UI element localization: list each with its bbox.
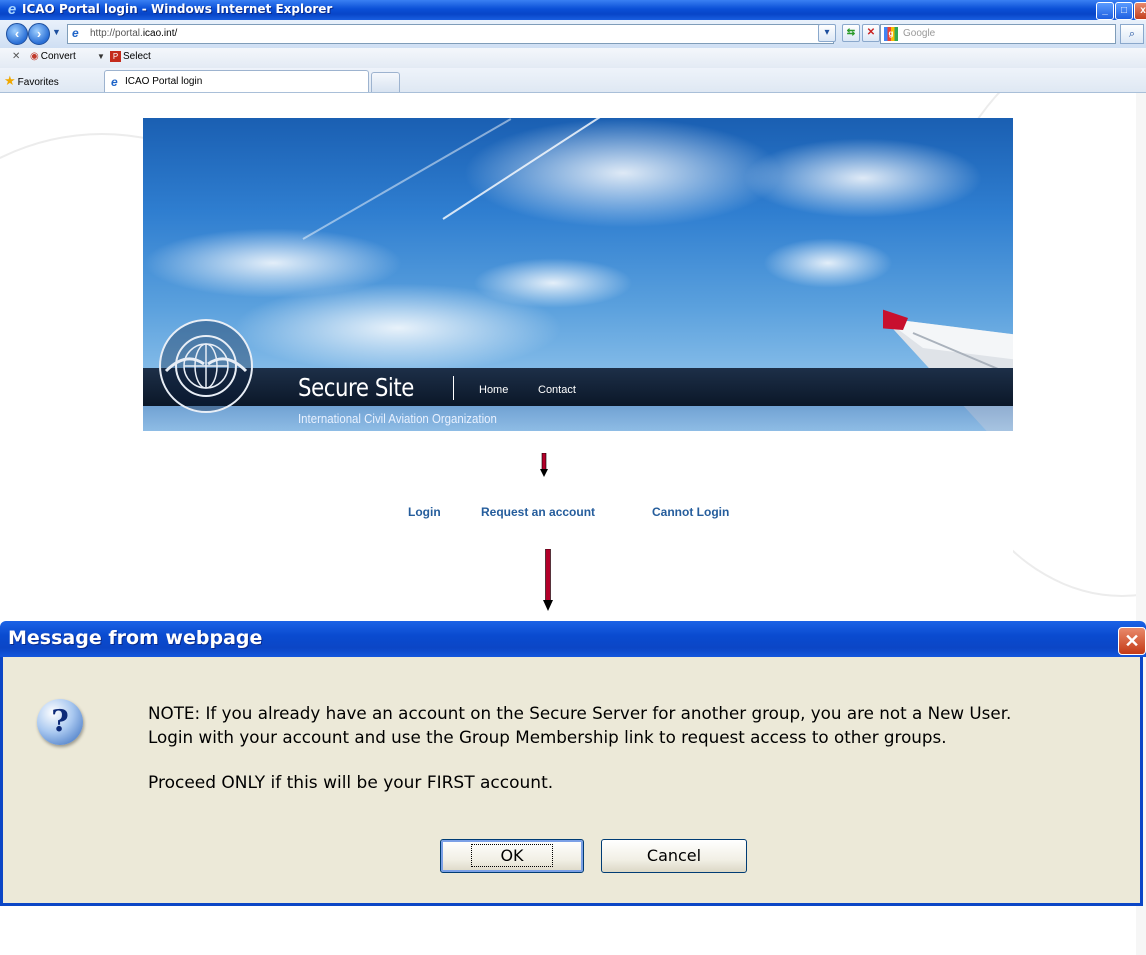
favorites-button[interactable]: ★ Favorites — [4, 73, 59, 89]
nav-link-contact[interactable]: Contact — [538, 384, 576, 396]
nav-link-home[interactable]: Home — [479, 384, 508, 396]
annotation-arrow-icon — [540, 453, 548, 477]
command-bar: ✕ ◉ Convert ▼ P Select — [0, 48, 1146, 69]
stop-icon[interactable]: ✕ — [862, 24, 880, 42]
window-close-button[interactable]: x — [1134, 2, 1146, 20]
banner-nav-strip — [143, 368, 1013, 406]
header-banner: Secure Site Home Contact International C… — [143, 118, 1013, 431]
annotation-arrow-icon — [543, 549, 553, 611]
select-button[interactable]: P Select — [110, 51, 151, 62]
search-placeholder: Google — [903, 28, 936, 39]
minimize-button[interactable]: _ — [1096, 2, 1114, 20]
content-panel — [143, 431, 1013, 621]
dialog-body: ? NOTE: If you already have an account o… — [0, 657, 1143, 906]
refresh-icon[interactable]: ⇆ — [842, 24, 860, 42]
star-icon: ★ — [4, 73, 16, 88]
close-icon: ✕ — [1124, 631, 1140, 651]
nav-divider — [453, 376, 454, 400]
message-dialog: Message from webpage ✕ ? NOTE: If you al… — [0, 621, 1146, 914]
organization-name: International Civil Aviation Organizatio… — [298, 411, 497, 426]
convert-icon: ◉ — [30, 51, 39, 62]
favorites-bar: ★ Favorites e ICAO Portal login — [0, 68, 1146, 93]
search-icon: ⌕ — [1128, 28, 1136, 40]
cancel-button[interactable]: Cancel — [601, 839, 747, 873]
history-dropdown-icon[interactable]: ▼ — [52, 27, 61, 37]
convert-button[interactable]: ◉ Convert — [30, 51, 76, 62]
dialog-message-line-1: NOTE: If you already have an account on … — [148, 704, 1012, 724]
dialog-close-button[interactable]: ✕ — [1118, 627, 1146, 655]
dialog-titlebar: Message from webpage ✕ — [0, 621, 1146, 657]
dialog-message-line-2: Login with your account and use the Grou… — [148, 728, 947, 748]
page-icon: e — [72, 26, 79, 40]
navigation-bar: ‹ › ▼ e http://portal.icao.int/ ▾ ⇆ ✕ g … — [0, 20, 1146, 49]
dialog-title: Message from webpage — [8, 627, 263, 649]
select-icon: P — [110, 51, 121, 62]
site-title: Secure Site — [298, 373, 414, 402]
search-button[interactable]: ⌕ — [1120, 24, 1144, 44]
new-tab-button[interactable] — [371, 72, 400, 92]
tab-icao-portal[interactable]: e ICAO Portal login — [104, 70, 369, 92]
icao-seal-icon — [159, 319, 253, 413]
search-box[interactable]: g Google — [880, 24, 1116, 44]
window-titlebar: e ICAO Portal login - Windows Internet E… — [0, 0, 1146, 20]
forward-button[interactable]: › — [28, 23, 50, 45]
tab-title: ICAO Portal login — [125, 76, 203, 87]
back-button[interactable]: ‹ — [6, 23, 28, 45]
login-link[interactable]: Login — [408, 505, 441, 519]
dialog-message-line-3: Proceed ONLY if this will be your FIRST … — [148, 773, 554, 793]
ok-button[interactable]: OK — [440, 839, 584, 873]
banner-subtitle-strip — [143, 406, 1013, 431]
address-url[interactable]: http://portal.icao.int/ — [90, 28, 177, 39]
address-dropdown-icon[interactable]: ▾ — [818, 24, 836, 42]
question-icon: ? — [37, 699, 83, 745]
google-icon: g — [884, 27, 898, 41]
convert-dropdown-icon[interactable]: ▼ — [97, 52, 105, 61]
window-title: ICAO Portal login - Windows Internet Exp… — [22, 2, 333, 16]
tab-ie-icon: e — [111, 75, 118, 89]
cannot-login-link[interactable]: Cannot Login — [652, 505, 729, 519]
address-bar[interactable]: e http://portal.icao.int/ — [67, 24, 834, 44]
ie-logo-icon: e — [7, 1, 17, 18]
maximize-button[interactable]: □ — [1115, 2, 1133, 20]
close-toolbar-icon[interactable]: ✕ — [12, 51, 20, 62]
request-account-link[interactable]: Request an account — [481, 505, 595, 519]
